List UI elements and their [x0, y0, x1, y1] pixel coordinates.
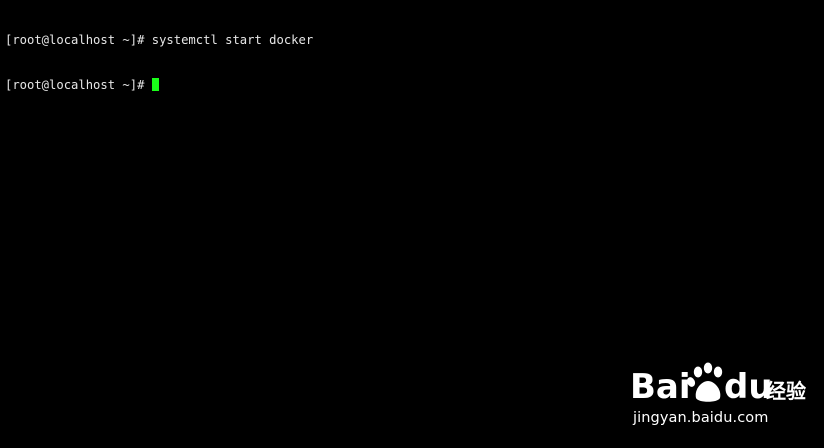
baidu-jingyan-watermark: Bai du 经验 jingyan.baidu.com: [628, 358, 808, 432]
terminal-line: [root@localhost ~]#: [5, 78, 819, 93]
terminal-output[interactable]: [root@localhost ~]# systemctl start dock…: [5, 3, 819, 123]
terminal-cursor: [151, 78, 159, 91]
logo-text-bai: Bai: [630, 367, 691, 407]
paw-icon: [686, 362, 723, 402]
watermark-url: jingyan.baidu.com: [633, 410, 769, 426]
shell-prompt: [root@localhost ~]#: [5, 33, 152, 47]
terminal-line: [root@localhost ~]# systemctl start dock…: [5, 33, 819, 48]
shell-prompt: [root@localhost ~]#: [5, 78, 152, 92]
logo-text-jingyan: 经验: [766, 379, 806, 403]
terminal-window[interactable]: [root@localhost ~]# systemctl start dock…: [0, 0, 824, 448]
baidu-logo: Bai du 经验: [630, 362, 806, 407]
shell-command: systemctl start docker: [151, 33, 314, 47]
